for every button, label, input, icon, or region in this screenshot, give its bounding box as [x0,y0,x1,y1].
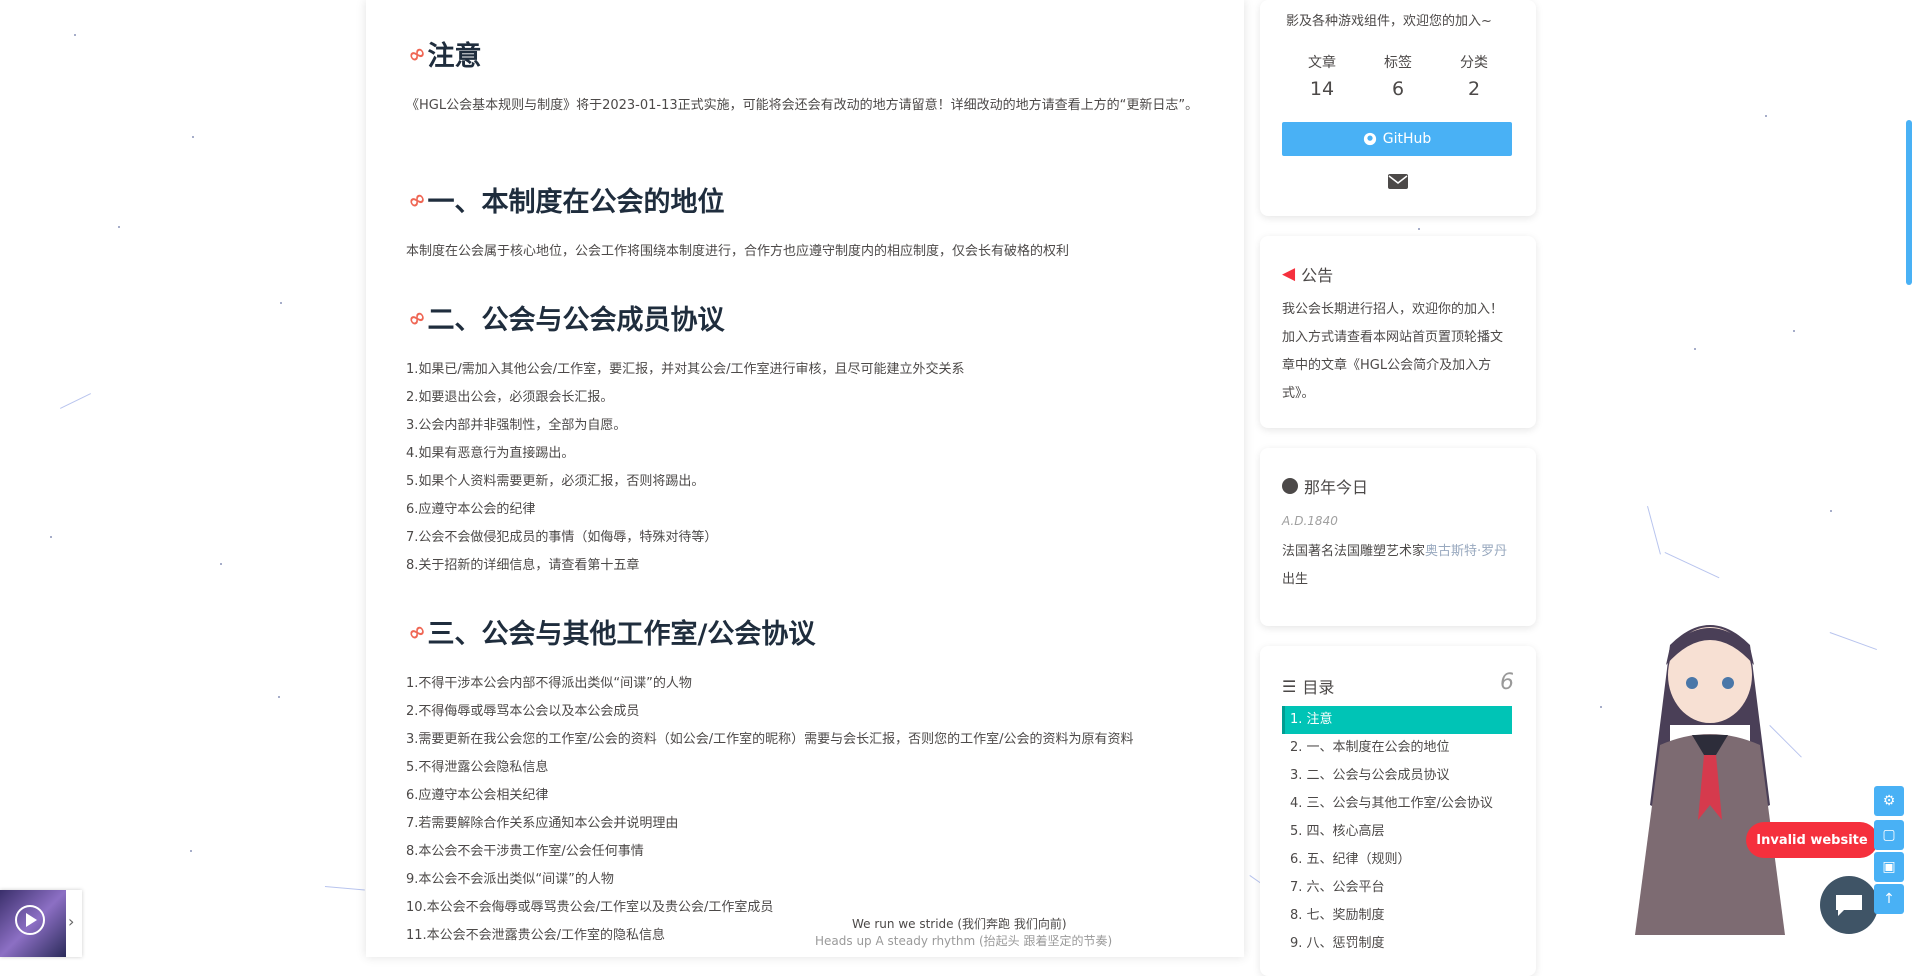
link-icon: ∞ [403,302,431,333]
toc-item[interactable]: 3. 二、公会与公会成员协议 [1282,762,1512,790]
heading-section-3[interactable]: ∞ 三、公会与其他工作室/公会协议 [403,612,815,651]
toc-item[interactable]: 7. 六、公会平台 [1282,874,1512,902]
chat-button[interactable] [1820,876,1878,934]
history-text: 法国著名法国雕塑艺术家奥古斯特·罗丹出生 [1282,544,1508,587]
announcement-card: ◀ 公告 我公会长期进行招人，欢迎你的加入！加入方式请查看本网站首页置顶轮播文章… [1260,236,1536,428]
comment-button[interactable]: ▢ [1874,820,1904,850]
list-item: 6.应遵守本公会相关纪律 [406,788,549,803]
toc-item[interactable]: 8. 七、奖励制度 [1282,902,1512,930]
toc-item[interactable]: 2. 一、本制度在公会的地位 [1282,734,1512,762]
heading-notice[interactable]: ∞ 注意 [403,34,481,73]
stat-articles[interactable]: 文章 14 [1282,52,1362,100]
live2d-mascot[interactable] [1600,605,1820,957]
back-to-top-button[interactable]: ↑ [1874,884,1904,914]
list-item: 6.应遵守本公会的纪律 [406,502,536,517]
list-item: 7.公会不会做侵犯成员的事情（如侮辱，特殊对待等） [406,530,718,545]
chevron-right-icon[interactable]: › [68,912,74,931]
list-item: 2.如要退出公会，必须跟会长汇报。 [406,390,614,405]
chat-toggle-button[interactable]: ▣ [1874,852,1904,882]
history-person-link[interactable]: 奥古斯特·罗丹 [1425,544,1507,559]
arrow-up-icon: ↑ [1883,891,1895,907]
list-item: 3.公会内部并非强制性，全部为自愿。 [406,418,627,433]
stat-categories[interactable]: 分类 2 [1434,52,1514,100]
author-card: 影及各种游戏组件，欢迎您的加入~ 文章 14 标签 6 分类 2 GitHub [1260,0,1536,216]
email-icon[interactable] [1388,174,1408,193]
list-item: 3.需要更新在我公会您的工作室/公会的资料（如公会/工作室的昵称）需要与会长汇报… [406,732,1134,747]
list-item: 9.本公会不会派出类似“间谍”的人物 [406,872,614,887]
album-cover[interactable] [0,890,66,957]
list-item: 4.如果有恶意行为直接踢出。 [406,446,575,461]
history-year: A.D.1840 [1282,514,1338,528]
link-icon: ∞ [403,616,431,647]
list-item: 1.如果已/需加入其他公会/工作室，要汇报，并对其公会/工作室进行审核，且尽可能… [406,362,965,377]
footer-lyric-line: We run we stride (我们奔跑 我们向前) [852,917,1067,931]
section-3-list: 1.不得干涉本公会内部不得派出类似“间谍”的人物 2.不得侮辱或辱骂本公会以及本… [406,670,1134,950]
toc-card: ☰ 目录 6 1. 注意 2. 一、本制度在公会的地位 3. 二、公会与公会成员… [1260,646,1536,976]
link-icon: ∞ [403,184,431,215]
list-item: 8.本公会不会干涉贵工作室/公会任何事情 [406,844,644,859]
list-item: 1.不得干涉本公会内部不得派出类似“间谍”的人物 [406,676,692,691]
list-item: 5.如果个人资料需要更新，必须汇报，否则将踢出。 [406,474,705,489]
list-item: 5.不得泄露公会隐私信息 [406,760,549,775]
toc-item[interactable]: 1. 注意 [1282,706,1512,734]
link-icon: ∞ [403,38,431,69]
invalid-website-badge[interactable]: Invalid website [1746,822,1878,858]
list-item: 7.若需要解除合作关系应通知本公会并说明理由 [406,816,679,831]
clock-icon [1282,478,1298,494]
chat-icon [1836,895,1862,916]
section-1-paragraph: 本制度在公会属于核心地位，公会工作将围绕本制度进行，合作方也应遵守制度内的相应制… [406,244,1070,259]
list-icon: ☰ [1282,676,1297,696]
play-icon [15,905,45,935]
article-content: ∞ 注意 《HGL公会基本规则与制度》将于2023-01-13正式实施，可能将会… [366,0,1244,957]
author-intro: 影及各种游戏组件，欢迎您的加入~ [1286,14,1492,29]
section-2-list: 1.如果已/需加入其他公会/工作室，要汇报，并对其公会/工作室进行审核，且尽可能… [406,356,965,580]
toc-item[interactable]: 4. 三、公会与其他工作室/公会协议 [1282,790,1512,818]
megaphone-icon: ◀ [1282,264,1296,284]
toc-progress: 6 [1500,670,1514,695]
toc-item[interactable]: 6. 五、纪律（规则） [1282,846,1512,874]
announcement-text: 我公会长期进行招人，欢迎你的加入！加入方式请查看本网站首页置顶轮播文章中的文章《… [1282,302,1504,401]
toc-item[interactable]: 9. 八、惩罚制度 [1282,930,1512,958]
github-icon [1363,132,1376,146]
comment-icon: ▢ [1882,827,1896,843]
footer-lyric-subline: Heads up A steady rhythm (抬起头 跟着坚定的节奏) [815,934,1113,948]
page-scrollbar[interactable] [1906,120,1912,285]
notice-paragraph: 《HGL公会基本规则与制度》将于2023-01-13正式实施，可能将会还会有改动… [406,98,1199,113]
toc-item[interactable]: 5. 四、核心高层 [1282,818,1512,846]
list-item: 8.关于招新的详细信息，请查看第十五章 [406,558,640,573]
settings-button[interactable]: ⚙ [1874,786,1904,816]
music-player[interactable]: › [0,890,82,957]
gear-icon: ⚙ [1882,793,1896,809]
list-item: 2.不得侮辱或辱骂本公会以及本公会成员 [406,704,640,719]
heading-section-2[interactable]: ∞ 二、公会与公会成员协议 [403,298,724,337]
history-card: 那年今日 A.D.1840 法国著名法国雕塑艺术家奥古斯特·罗丹出生 [1260,448,1536,626]
github-button[interactable]: GitHub [1282,122,1512,156]
heading-section-1[interactable]: ∞ 一、本制度在公会的地位 [403,180,724,219]
stat-tags[interactable]: 标签 6 [1358,52,1438,100]
comments-icon: ▣ [1882,859,1896,875]
